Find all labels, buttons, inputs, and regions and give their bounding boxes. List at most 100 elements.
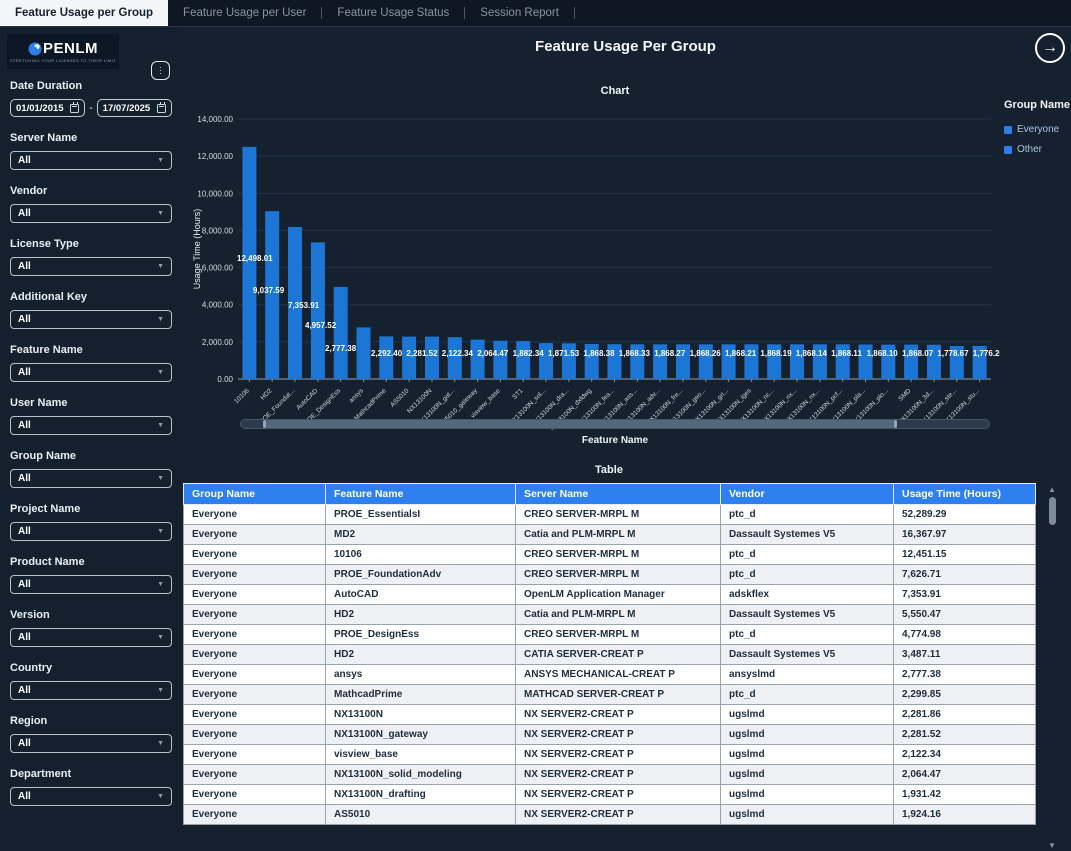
- column-header-feature-name[interactable]: Feature Name: [326, 484, 516, 505]
- sidebar-options-button[interactable]: [151, 61, 170, 80]
- legend-item-everyone[interactable]: Everyone: [1004, 124, 1070, 135]
- table-cell: 2,281.86: [894, 705, 1036, 725]
- license-type-dropdown[interactable]: All▼: [10, 257, 172, 276]
- table-row[interactable]: EveryonePROE_FoundationAdvCREO SERVER-MR…: [184, 565, 1036, 585]
- table-row[interactable]: Everyone10106CREO SERVER-MRPL Mptc_d12,4…: [184, 545, 1036, 565]
- tab-feature-usage-status[interactable]: Feature Usage Status: [322, 0, 464, 26]
- column-header-group-name[interactable]: Group Name: [184, 484, 326, 505]
- x-tick-label: AS5010: [389, 387, 411, 409]
- bar[interactable]: [493, 341, 507, 379]
- chevron-down-icon: ▼: [157, 263, 164, 270]
- table-cell: NX SERVER2-CREAT P: [516, 785, 721, 805]
- country-dropdown[interactable]: All▼: [10, 681, 172, 700]
- bar[interactable]: [265, 211, 279, 379]
- table-cell: 4,774.98: [894, 625, 1036, 645]
- table-scrollbar-thumb[interactable]: [1049, 497, 1056, 525]
- table-row[interactable]: EveryoneHD2Catia and PLM-MRPL MDassault …: [184, 605, 1036, 625]
- chart-y-axis-label: Usage Time (Hours): [192, 209, 202, 290]
- date-from-input[interactable]: 01/01/2015: [10, 99, 85, 117]
- bar[interactable]: [311, 242, 325, 379]
- vendor-dropdown[interactable]: All▼: [10, 204, 172, 223]
- calendar-icon[interactable]: [70, 104, 79, 113]
- table-cell: ansys: [326, 665, 516, 685]
- table-row[interactable]: EveryoneMathcadPrimeMATHCAD SERVER-CREAT…: [184, 685, 1036, 705]
- chevron-down-icon: ▼: [157, 634, 164, 641]
- table-row[interactable]: EveryoneNX13100N_draftingNX SERVER2-CREA…: [184, 785, 1036, 805]
- filter-user-name: User NameAll▼: [10, 397, 172, 435]
- chart-horizontal-scrollbar[interactable]: [240, 419, 990, 429]
- table-cell: HD2: [326, 645, 516, 665]
- calendar-icon[interactable]: [157, 104, 166, 113]
- table-cell: AutoCAD: [326, 585, 516, 605]
- bar[interactable]: [448, 337, 462, 379]
- additional-key-dropdown[interactable]: All▼: [10, 310, 172, 329]
- table-cell: Dassault Systemes V5: [721, 525, 894, 545]
- y-tick-label: 4,000.00: [202, 301, 234, 310]
- department-dropdown[interactable]: All▼: [10, 787, 172, 806]
- project-name-dropdown[interactable]: All▼: [10, 522, 172, 541]
- table-cell: Catia and PLM-MRPL M: [516, 605, 721, 625]
- column-header-server-name[interactable]: Server Name: [516, 484, 721, 505]
- table-row[interactable]: EveryoneHD2CATIA SERVER-CREAT PDassault …: [184, 645, 1036, 665]
- column-header-vendor[interactable]: Vendor: [721, 484, 894, 505]
- bar[interactable]: [471, 340, 485, 379]
- filter-label: Feature Name: [10, 344, 172, 356]
- table-row[interactable]: EveryoneNX13100NNX SERVER2-CREAT Pugslmd…: [184, 705, 1036, 725]
- bar[interactable]: [357, 327, 371, 379]
- table-cell: ANSYS MECHANICAL-CREAT P: [516, 665, 721, 685]
- bar[interactable]: [334, 287, 348, 379]
- top-tab-bar: Feature Usage per GroupFeature Usage per…: [0, 0, 1071, 27]
- legend-swatch-icon: [1004, 126, 1012, 134]
- group-name-dropdown[interactable]: All▼: [10, 469, 172, 488]
- chart-scrollbar-thumb[interactable]: [264, 420, 896, 428]
- table-row[interactable]: Everyonevisview_baseNX SERVER2-CREAT Pug…: [184, 745, 1036, 765]
- feature-name-dropdown[interactable]: All▼: [10, 363, 172, 382]
- table-vertical-scrollbar[interactable]: ▲ ▼: [1046, 485, 1058, 851]
- usage-data-table: Group NameFeature NameServer NameVendorU…: [183, 483, 1036, 825]
- table-row[interactable]: EveryonePROE_EssentialsICREO SERVER-MRPL…: [184, 505, 1036, 525]
- table-cell: Everyone: [184, 565, 326, 585]
- column-header-usage-time-hours-[interactable]: Usage Time (Hours): [894, 484, 1036, 505]
- filter-label: Additional Key: [10, 291, 172, 303]
- scroll-down-icon[interactable]: ▼: [1046, 841, 1058, 851]
- table-cell: NX SERVER2-CREAT P: [516, 745, 721, 765]
- scroll-up-icon[interactable]: ▲: [1046, 485, 1058, 495]
- y-tick-label: 12,000.00: [197, 152, 233, 161]
- filter-project-name: Project NameAll▼: [10, 503, 172, 541]
- tab-feature-usage-per-user[interactable]: Feature Usage per User: [168, 0, 321, 26]
- tab-session-report[interactable]: Session Report: [465, 0, 574, 26]
- table-cell: NX SERVER2-CREAT P: [516, 705, 721, 725]
- tab-feature-usage-per-group[interactable]: Feature Usage per Group: [0, 0, 168, 26]
- table-cell: MathcadPrime: [326, 685, 516, 705]
- bar-chart-svg: Usage Time (Hours)14,000.0012,000.0010,0…: [188, 103, 1000, 433]
- date-to-input[interactable]: 17/07/2025: [97, 99, 172, 117]
- bar-value-label: 1,868.11: [831, 349, 862, 358]
- table-row[interactable]: EveryoneAS5010NX SERVER2-CREAT Pugslmd1,…: [184, 805, 1036, 825]
- table-cell: Everyone: [184, 625, 326, 645]
- filter-label: Product Name: [10, 556, 172, 568]
- table-cell: Everyone: [184, 505, 326, 525]
- bar-value-label: 1,868.26: [690, 349, 722, 358]
- user-name-dropdown[interactable]: All▼: [10, 416, 172, 435]
- table-cell: PROE_EssentialsI: [326, 505, 516, 525]
- region-dropdown[interactable]: All▼: [10, 734, 172, 753]
- date-duration-filter: Date Duration 01/01/2015 - 17/07/2025: [10, 80, 172, 117]
- table-cell: CATIA SERVER-CREAT P: [516, 645, 721, 665]
- server-name-dropdown[interactable]: All▼: [10, 151, 172, 170]
- table-row[interactable]: EveryoneNX13100N_gatewayNX SERVER2-CREAT…: [184, 725, 1036, 745]
- table-row[interactable]: EveryoneAutoCADOpenLM Application Manage…: [184, 585, 1036, 605]
- legend-item-other[interactable]: Other: [1004, 144, 1070, 155]
- version-dropdown[interactable]: All▼: [10, 628, 172, 647]
- filter-label: License Type: [10, 238, 172, 250]
- table-cell: AS5010: [326, 805, 516, 825]
- bar-value-label: 1,868.38: [583, 349, 615, 358]
- table-row[interactable]: EveryoneansysANSYS MECHANICAL-CREAT Pans…: [184, 665, 1036, 685]
- bar[interactable]: [516, 341, 530, 379]
- y-tick-label: 10,000.00: [197, 189, 233, 198]
- next-report-button[interactable]: →: [1035, 33, 1065, 63]
- table-row[interactable]: EveryonePROE_DesignEssCREO SERVER-MRPL M…: [184, 625, 1036, 645]
- y-tick-label: 0.00: [217, 375, 233, 384]
- table-row[interactable]: EveryoneNX13100N_solid_modelingNX SERVER…: [184, 765, 1036, 785]
- product-name-dropdown[interactable]: All▼: [10, 575, 172, 594]
- table-row[interactable]: EveryoneMD2Catia and PLM-MRPL MDassault …: [184, 525, 1036, 545]
